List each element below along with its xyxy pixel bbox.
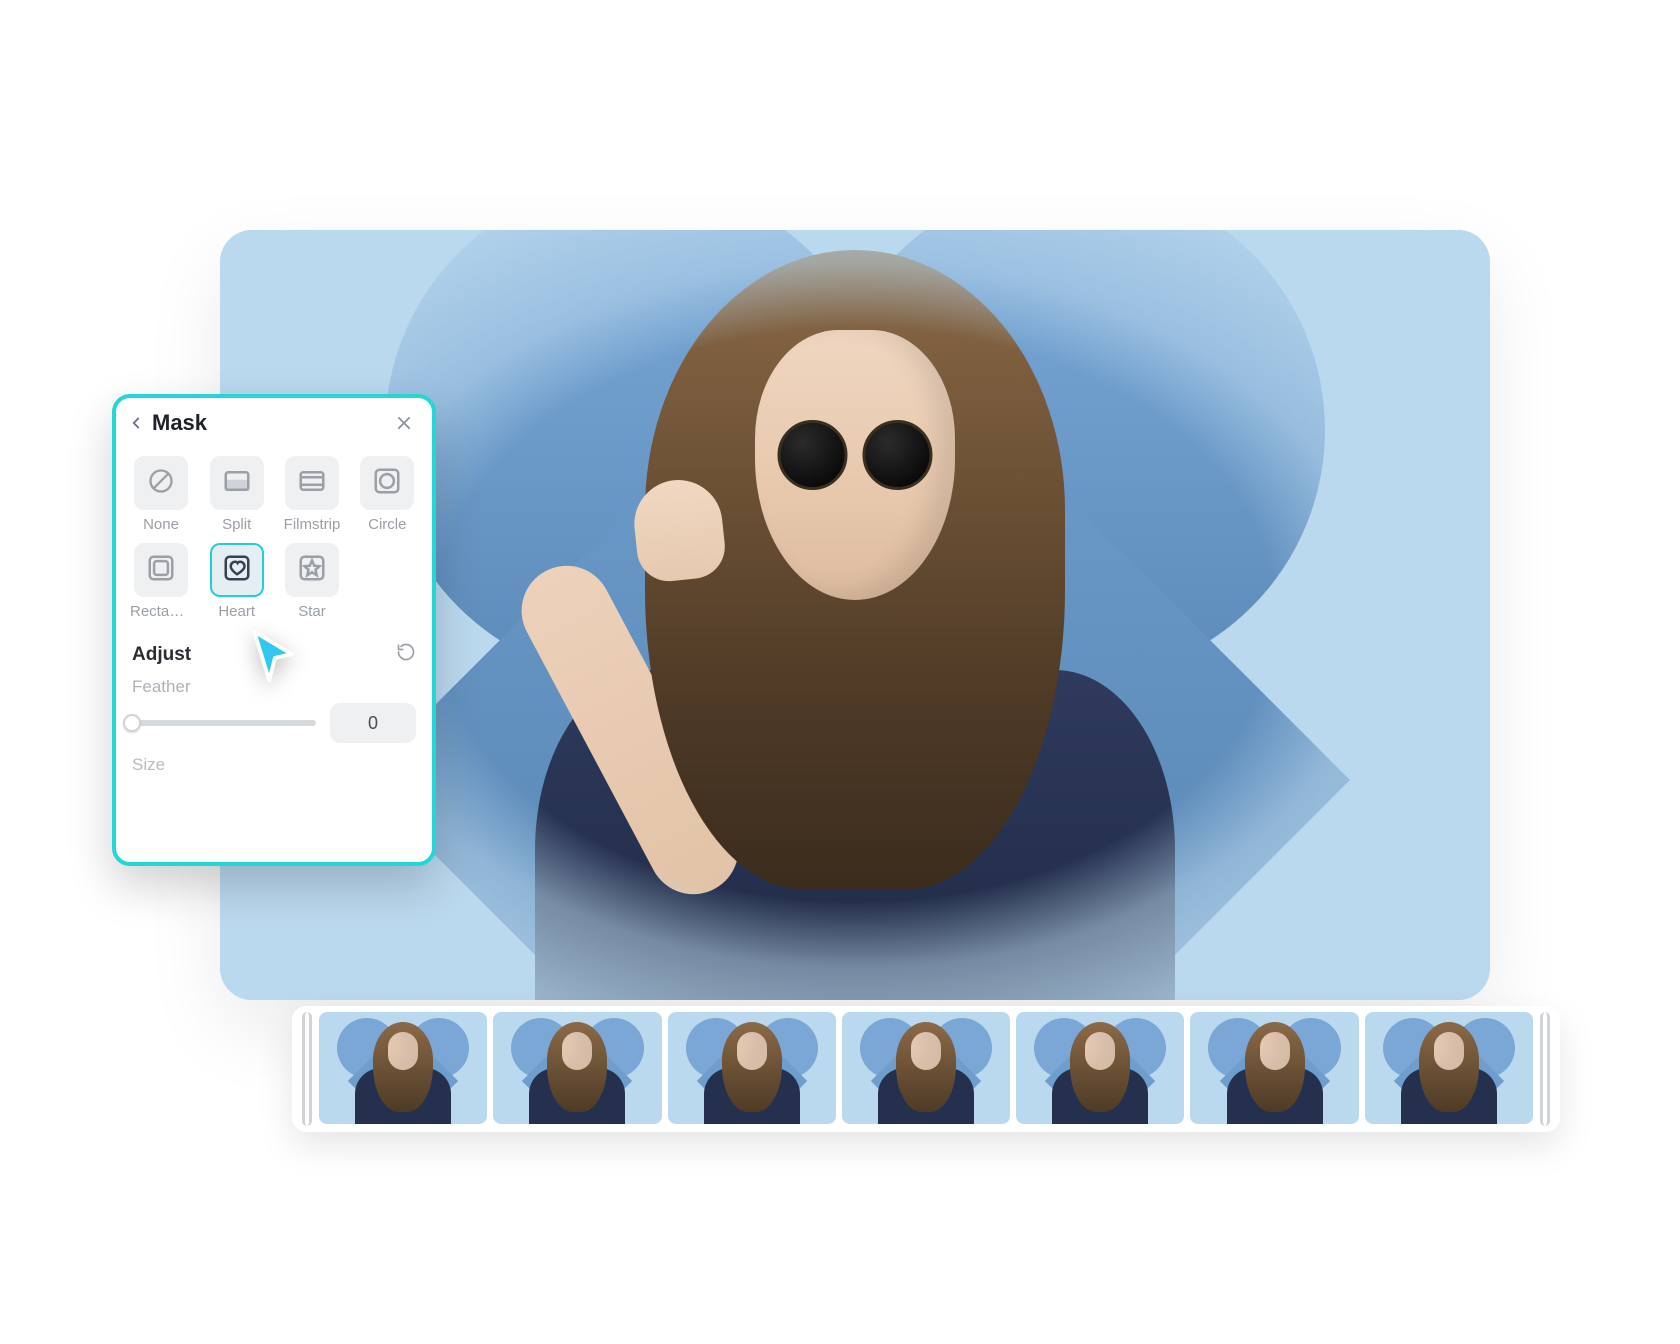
close-icon[interactable] bbox=[392, 411, 416, 435]
mask-option-label: Star bbox=[298, 603, 326, 620]
mask-option-split[interactable]: Split bbox=[206, 456, 267, 533]
feather-slider[interactable] bbox=[132, 720, 316, 726]
mask-panel: Mask None Split Filmstrip Circle Rectang… bbox=[112, 394, 436, 866]
rectangle-icon bbox=[146, 553, 176, 588]
mask-option-label: Split bbox=[222, 516, 251, 533]
feather-value[interactable]: 0 bbox=[330, 703, 416, 743]
mask-option-label: Circle bbox=[368, 516, 406, 533]
feather-slider-handle[interactable] bbox=[123, 714, 141, 732]
timeline-frame[interactable] bbox=[1016, 1012, 1184, 1124]
timeline-frame[interactable] bbox=[1190, 1012, 1358, 1124]
heart-mask-preview bbox=[355, 230, 1355, 1000]
timeline-frame[interactable] bbox=[842, 1012, 1010, 1124]
mask-option-label: Heart bbox=[218, 603, 255, 620]
mask-option-rectangle[interactable]: Rectang... bbox=[130, 543, 192, 620]
timeline-frame[interactable] bbox=[319, 1012, 487, 1124]
timeline-frame[interactable] bbox=[668, 1012, 836, 1124]
split-icon bbox=[222, 466, 252, 501]
back-icon[interactable] bbox=[126, 413, 146, 433]
heart-icon bbox=[222, 553, 252, 588]
circle-icon bbox=[372, 466, 402, 501]
timeline-frame[interactable] bbox=[493, 1012, 661, 1124]
star-icon bbox=[297, 553, 327, 588]
reset-icon[interactable] bbox=[396, 642, 416, 667]
mask-option-filmstrip[interactable]: Filmstrip bbox=[281, 456, 342, 533]
filmstrip-icon bbox=[297, 466, 327, 501]
clip-start-handle[interactable] bbox=[302, 1012, 312, 1126]
mask-option-star[interactable]: Star bbox=[281, 543, 342, 620]
mask-option-heart[interactable]: Heart bbox=[206, 543, 267, 620]
adjust-title: Adjust bbox=[132, 644, 191, 666]
mask-grid: None Split Filmstrip Circle Rectang... H… bbox=[116, 446, 432, 626]
mask-option-label: None bbox=[143, 516, 179, 533]
timeline-frame[interactable] bbox=[1365, 1012, 1533, 1124]
size-label: Size bbox=[116, 745, 432, 775]
mask-option-circle[interactable]: Circle bbox=[357, 456, 418, 533]
panel-title: Mask bbox=[152, 410, 207, 436]
mask-option-label: Rectang... bbox=[130, 603, 192, 620]
feather-label: Feather bbox=[132, 677, 416, 697]
mask-option-label: Filmstrip bbox=[284, 516, 341, 533]
clip-end-handle[interactable] bbox=[1540, 1012, 1550, 1126]
none-icon bbox=[147, 467, 175, 500]
mask-option-none[interactable]: None bbox=[130, 456, 192, 533]
timeline-strip[interactable] bbox=[292, 1006, 1560, 1132]
